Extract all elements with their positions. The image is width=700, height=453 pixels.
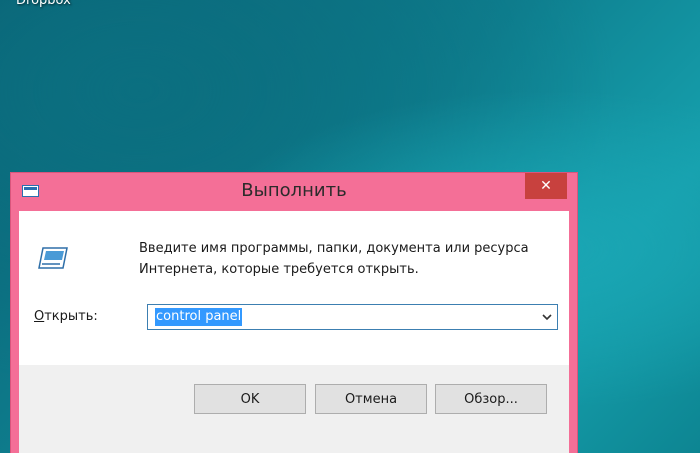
browse-button[interactable]: Обзор... [435,384,547,414]
open-label-accelerator: О [34,309,45,324]
open-input-value[interactable]: control panel [155,308,243,326]
window-title: Выполнить [241,180,347,201]
title-bar[interactable]: Выполнить ✕ [11,173,577,211]
run-app-icon [38,247,68,269]
open-combobox[interactable]: control panel [147,304,558,330]
ok-button[interactable]: OK [194,384,306,414]
close-button[interactable]: ✕ [525,173,567,199]
description-line-1: Введите имя программы, папки, документа … [139,241,529,256]
open-label-text: ткрыть: [44,309,98,324]
open-label: Открыть: [34,309,98,324]
chevron-down-icon[interactable] [541,311,553,323]
cancel-button[interactable]: Отмена [315,384,427,414]
close-icon: ✕ [540,178,552,194]
dialog-footer: OK Отмена Обзор... [19,365,569,453]
run-dialog: Выполнить ✕ Введите имя программы, папки… [10,172,578,453]
desktop-icon-label-dropbox[interactable]: Dropbox [16,0,71,8]
dialog-description: Введите имя программы, папки, документа … [139,238,559,280]
description-line-2: Интернета, которые требуется открыть. [139,262,419,277]
dialog-body: Введите имя программы, папки, документа … [19,211,569,453]
